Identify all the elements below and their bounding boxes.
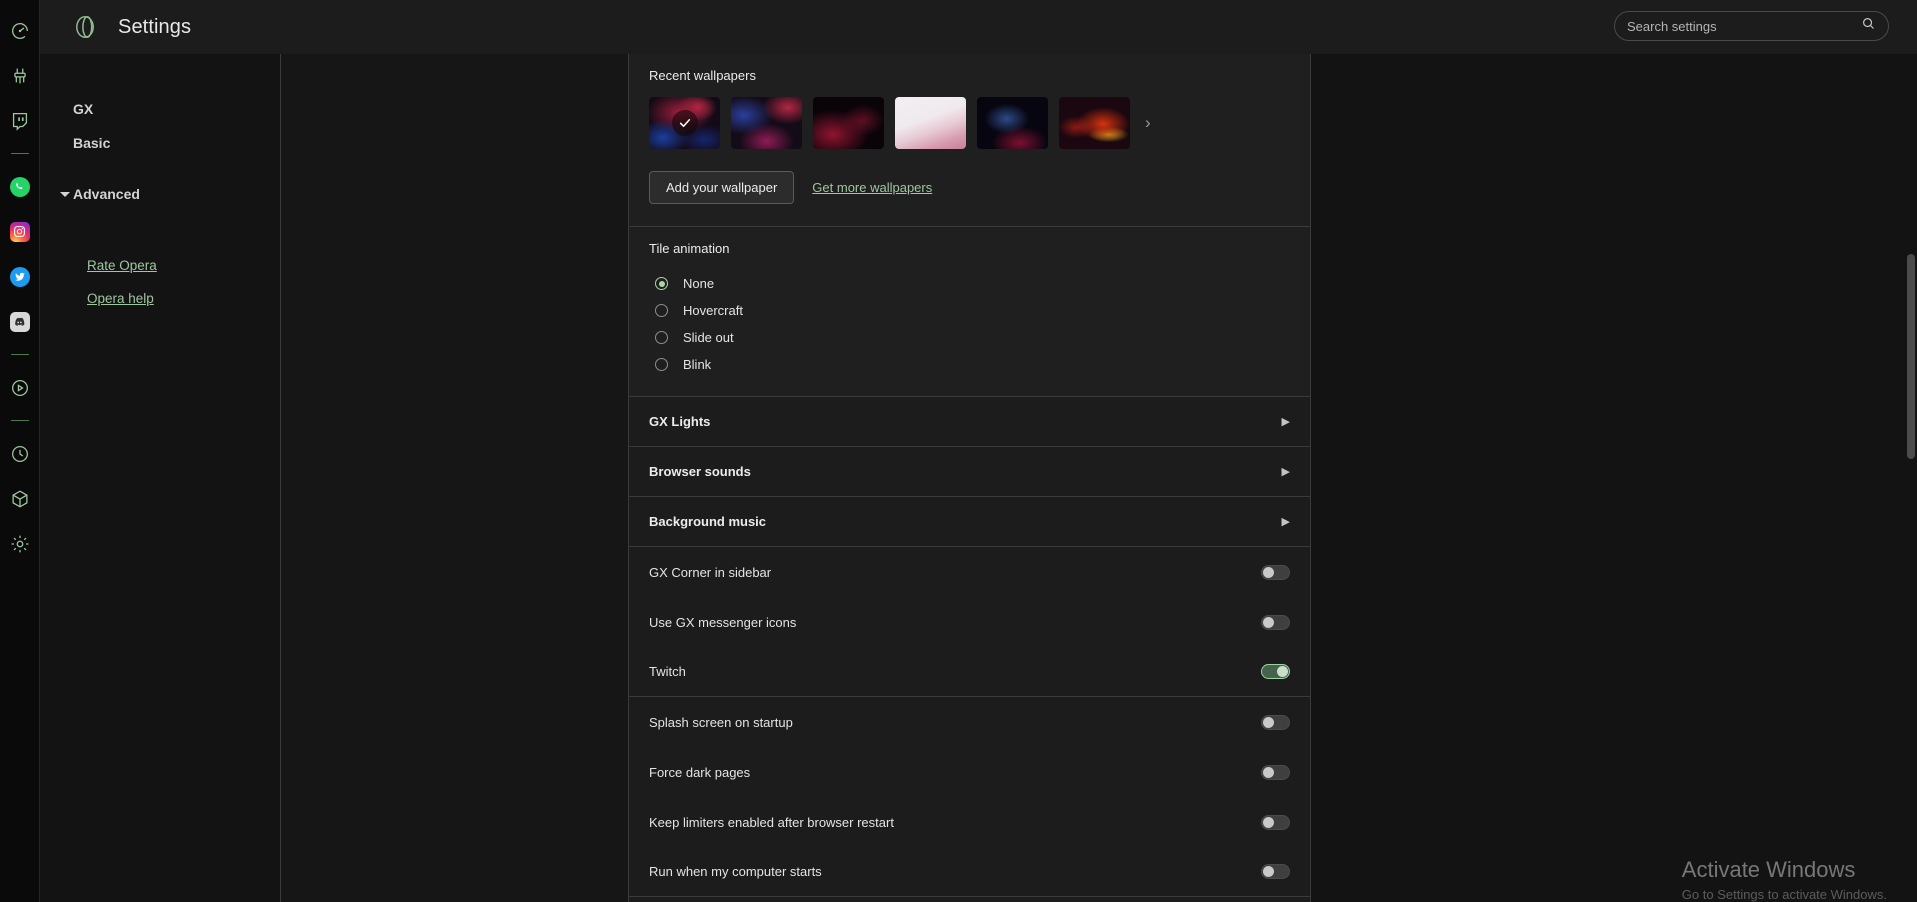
search-settings-box[interactable]	[1614, 11, 1889, 41]
toggle-switch-force-dark-pages[interactable]	[1261, 764, 1290, 780]
toggle-label-splash-screen-on-startup: Splash screen on startup	[649, 714, 793, 730]
radio-option-slide-out[interactable]: Slide out	[649, 324, 1290, 351]
nav-item-advanced[interactable]: Advanced	[40, 177, 280, 211]
toggle-label-keep-limiters-enabled: Keep limiters enabled after browser rest…	[649, 814, 894, 830]
wallpaper-thumb-5[interactable]	[977, 97, 1048, 149]
chevron-down-icon	[60, 192, 70, 197]
toggle-row-force-dark-pages[interactable]: Force dark pages	[629, 747, 1310, 797]
extensions-cube-icon[interactable]	[0, 476, 40, 521]
radio-label-slide-out: Slide out	[683, 330, 734, 345]
page-scrollbar-thumb[interactable]	[1907, 254, 1915, 459]
radio-label-blink: Blink	[683, 357, 712, 372]
toggle-row-splash-screen-on-startup[interactable]: Splash screen on startup	[629, 697, 1310, 747]
toggle-label-gx-corner-in-sidebar: GX Corner in sidebar	[649, 564, 772, 580]
toggle-row-keep-limiters-enabled[interactable]: Keep limiters enabled after browser rest…	[629, 797, 1310, 847]
radio-icon-blink	[655, 358, 668, 371]
settings-content: Recent wallpapers › Add your wallpaper G…	[629, 54, 1311, 902]
wallpaper-actions: Add your wallpaper Get more wallpapers	[649, 171, 1290, 204]
toggle-label-use-gx-messenger-icons: Use GX messenger icons	[649, 614, 797, 630]
expandable-label-browser-sounds: Browser sounds	[649, 464, 751, 479]
opera-logo-icon	[70, 12, 100, 42]
wallpaper-next-arrow-icon[interactable]: ›	[1145, 113, 1151, 133]
wallpaper-strip: ›	[649, 97, 1290, 149]
settings-gear-icon[interactable]	[0, 521, 40, 566]
wallpaper-thumb-1[interactable]	[649, 97, 720, 149]
expandable-label-background-music: Background music	[649, 514, 767, 529]
toggle-row-gx-corner-in-sidebar[interactable]: GX Corner in sidebar	[629, 547, 1310, 597]
page-title: Settings	[118, 15, 192, 38]
cleaner-broom-icon[interactable]	[0, 53, 40, 98]
chevron-right-icon: ▶	[1281, 416, 1290, 428]
recent-wallpapers-card: Recent wallpapers › Add your wallpaper G…	[629, 54, 1310, 227]
rail-separator	[10, 420, 29, 421]
add-your-wallpaper-button[interactable]: Add your wallpaper	[649, 171, 795, 204]
radio-label-hovercraft: Hovercraft	[683, 303, 743, 318]
nav-item-basic[interactable]: Basic	[40, 126, 280, 160]
get-more-wallpapers-link[interactable]: Get more wallpapers	[812, 180, 932, 195]
expandable-gx-lights[interactable]: GX Lights ▶	[629, 397, 1310, 447]
whatsapp-icon[interactable]	[0, 164, 40, 209]
radio-label-none: None	[683, 276, 715, 291]
content-right-filler	[1311, 54, 1917, 902]
toggle-label-twitch: Twitch	[649, 664, 686, 679]
wallpaper-thumb-4[interactable]	[895, 97, 966, 149]
settings-spacer-pane	[281, 54, 629, 902]
twitter-icon[interactable]	[0, 254, 40, 299]
radio-icon-slide-out	[655, 331, 668, 344]
toggle-switch-gx-corner-in-sidebar[interactable]	[1261, 564, 1290, 580]
rail-separator	[10, 153, 29, 154]
radio-option-blink[interactable]: Blink	[649, 351, 1290, 378]
recent-wallpapers-title: Recent wallpapers	[649, 68, 756, 83]
browser-sidebar-rail	[0, 0, 40, 902]
radio-icon-none	[655, 277, 668, 290]
discord-icon[interactable]	[0, 299, 40, 344]
page-scrollbar-track[interactable]	[1904, 54, 1917, 902]
wallpaper-thumb-2[interactable]	[731, 97, 802, 149]
toggle-label-run-when-computer-starts: Run when my computer starts	[649, 864, 822, 879]
nav-link-rate-opera[interactable]: Rate Opera	[40, 249, 280, 282]
radio-option-hovercraft[interactable]: Hovercraft	[649, 297, 1290, 324]
nav-item-advanced-label: Advanced	[73, 186, 140, 202]
rail-separator	[10, 354, 29, 355]
radio-option-none[interactable]: None	[649, 270, 1290, 297]
speed-dial-icon[interactable]	[0, 8, 40, 53]
chevron-right-icon: ▶	[1281, 516, 1290, 528]
tile-animation-title: Tile animation	[649, 241, 730, 256]
toggle-label-force-dark-pages: Force dark pages	[649, 764, 751, 780]
wallpaper-selected-check-icon	[671, 110, 698, 136]
expandable-background-music[interactable]: Background music ▶	[629, 497, 1310, 547]
settings-nav: GX Basic Advanced Rate Opera Opera help	[40, 54, 281, 902]
toggle-switch-use-gx-messenger-icons[interactable]	[1261, 614, 1290, 630]
tile-animation-card: Tile animation None Hovercraft Slide out…	[629, 227, 1310, 397]
history-clock-icon[interactable]	[0, 431, 40, 476]
toggle-switch-twitch[interactable]	[1261, 664, 1290, 679]
toggle-row-use-gx-messenger-icons[interactable]: Use GX messenger icons	[629, 597, 1310, 647]
radio-icon-hovercraft	[655, 304, 668, 317]
toggle-switch-splash-screen-on-startup[interactable]	[1261, 714, 1290, 730]
toggle-row-twitch[interactable]: Twitch	[629, 647, 1310, 697]
player-icon[interactable]	[0, 365, 40, 410]
chevron-right-icon: ▶	[1281, 466, 1290, 478]
settings-body: GX Basic Advanced Rate Opera Opera help …	[40, 54, 1917, 902]
nav-link-opera-help[interactable]: Opera help	[40, 282, 280, 315]
instagram-icon[interactable]	[0, 209, 40, 254]
nav-help-group: Rate Opera Opera help	[40, 249, 280, 315]
wallpaper-thumb-3[interactable]	[813, 97, 884, 149]
toggle-row-run-when-computer-starts[interactable]: Run when my computer starts	[629, 847, 1310, 897]
expandable-browser-sounds[interactable]: Browser sounds ▶	[629, 447, 1310, 497]
search-input[interactable]	[1627, 18, 1861, 34]
toggle-switch-keep-limiters-enabled[interactable]	[1261, 814, 1290, 830]
search-icon	[1861, 16, 1876, 36]
toggle-switch-run-when-computer-starts[interactable]	[1261, 864, 1290, 879]
twitch-icon[interactable]	[0, 98, 40, 143]
expandable-label-gx-lights: GX Lights	[649, 414, 711, 429]
wallpaper-thumb-6[interactable]	[1059, 97, 1130, 149]
nav-item-gx[interactable]: GX	[40, 92, 280, 126]
settings-header: Settings	[40, 0, 1917, 54]
